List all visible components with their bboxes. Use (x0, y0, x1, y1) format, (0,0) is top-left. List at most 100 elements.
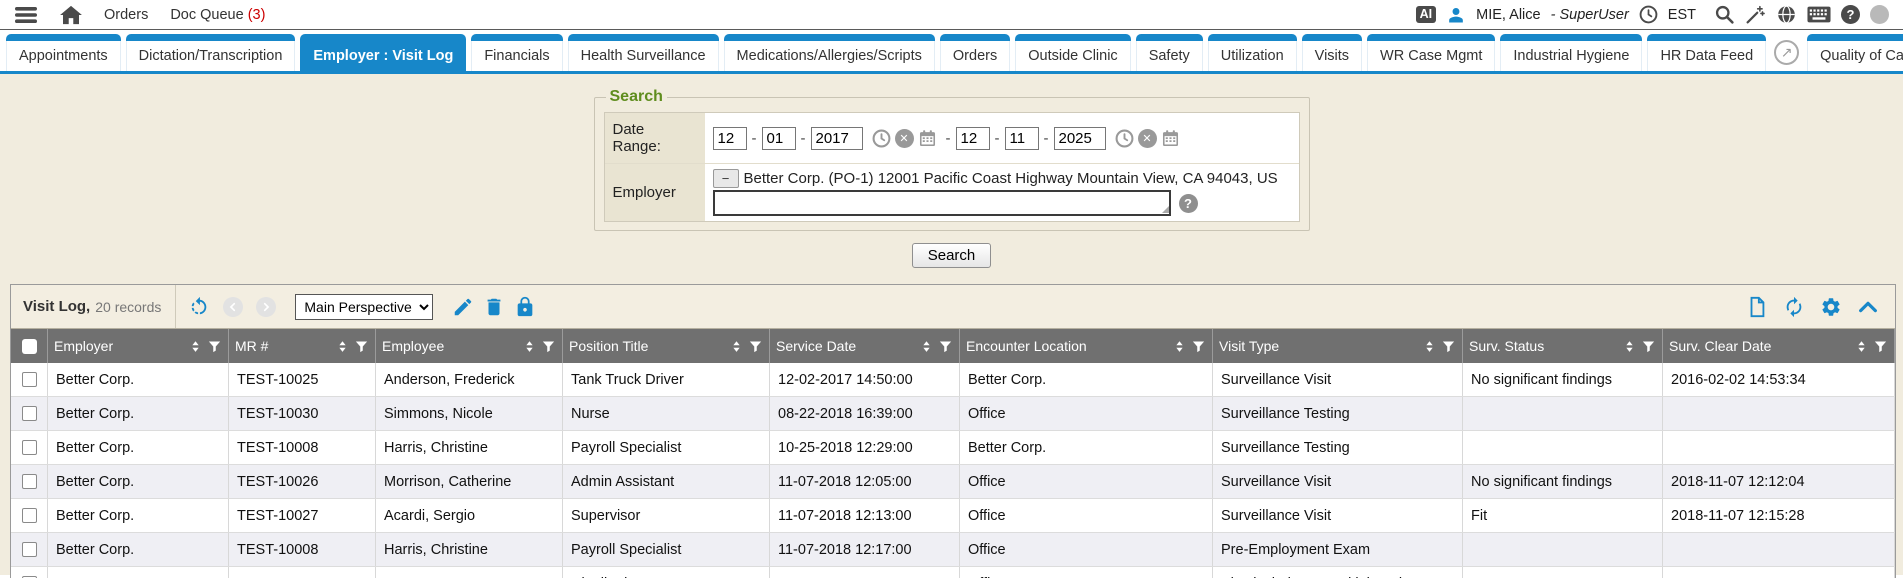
settings-gear-icon[interactable] (1820, 296, 1842, 318)
column-header-surv-status[interactable]: Surv. Status (1463, 329, 1663, 363)
module-tab[interactable]: Utilization (1208, 34, 1297, 71)
from-calendar-icon[interactable] (918, 129, 937, 148)
filter-icon[interactable] (1641, 339, 1656, 354)
column-header-employer[interactable]: Employer (48, 329, 229, 363)
filter-icon[interactable] (938, 339, 953, 354)
row-checkbox[interactable] (22, 542, 37, 557)
filter-icon[interactable] (748, 339, 763, 354)
to-day-input[interactable] (1005, 127, 1039, 150)
table-row[interactable]: Better Corp. TEST-10027 Acardi, Sergio S… (11, 499, 1895, 533)
table-row[interactable]: Better Corp. TEST-10026 Morrison, Cather… (11, 465, 1895, 499)
sort-icon[interactable] (522, 339, 537, 354)
row-checkbox[interactable] (22, 508, 37, 523)
from-month-input[interactable] (713, 127, 747, 150)
column-header-position[interactable]: Position Title (563, 329, 770, 363)
to-time-icon[interactable] (1115, 129, 1134, 148)
prev-page-icon[interactable] (223, 297, 243, 317)
row-checkbox[interactable] (22, 440, 37, 455)
ai-badge[interactable]: AI (1416, 6, 1437, 23)
select-all-checkbox[interactable] (22, 339, 37, 354)
employer-search-input[interactable] (713, 190, 1171, 216)
search-button[interactable]: Search (912, 243, 992, 268)
module-tab[interactable]: Appointments (6, 34, 121, 71)
cell-employer: Better Corp. (48, 465, 229, 498)
search-icon[interactable] (1714, 4, 1735, 25)
sort-icon[interactable] (1172, 339, 1187, 354)
table-row[interactable]: Better Corp. TEST-10028 Garza, Inez Dist… (11, 567, 1895, 578)
module-tab[interactable]: Employer : Visit Log (300, 34, 466, 71)
module-tab[interactable]: Quality of Care (1807, 34, 1903, 71)
module-tab[interactable]: Visits (1302, 34, 1362, 71)
open-new-window-icon[interactable]: ↗ (1774, 40, 1799, 65)
clock-icon[interactable] (1639, 5, 1658, 24)
sort-icon[interactable] (1854, 339, 1869, 354)
from-year-input[interactable] (811, 127, 863, 150)
module-tab[interactable]: Safety (1136, 34, 1203, 71)
user-menu[interactable]: MIE, Alice - SuperUser (1476, 7, 1629, 23)
collapse-grid-icon[interactable] (1857, 296, 1879, 318)
orders-link[interactable]: Orders (104, 7, 148, 23)
next-page-icon[interactable] (256, 297, 276, 317)
sort-icon[interactable] (729, 339, 744, 354)
module-tab[interactable]: WR Case Mgmt (1367, 34, 1495, 71)
lock-perspective-icon[interactable] (514, 296, 536, 318)
magic-wand-icon[interactable] (1745, 4, 1766, 25)
column-header-visit-type[interactable]: Visit Type (1213, 329, 1463, 363)
module-tab[interactable]: Medications/Allergies/Scripts (724, 34, 935, 71)
reset-view-icon[interactable] (188, 296, 210, 318)
module-tab[interactable]: Outside Clinic (1015, 34, 1130, 71)
row-checkbox[interactable] (22, 372, 37, 387)
doc-queue-count: (3) (248, 7, 266, 23)
sort-icon[interactable] (1622, 339, 1637, 354)
to-month-input[interactable] (956, 127, 990, 150)
column-header-service-date[interactable]: Service Date (770, 329, 960, 363)
keyboard-icon[interactable] (1807, 5, 1831, 24)
export-document-icon[interactable] (1746, 296, 1768, 318)
column-header-employee[interactable]: Employee (376, 329, 563, 363)
column-header-encounter-location[interactable]: Encounter Location (960, 329, 1213, 363)
module-tab[interactable]: Orders (940, 34, 1010, 71)
filter-icon[interactable] (1441, 339, 1456, 354)
table-row[interactable]: Better Corp. TEST-10008 Harris, Christin… (11, 533, 1895, 567)
filter-icon[interactable] (207, 339, 222, 354)
perspective-select[interactable]: Main Perspective (295, 294, 433, 320)
table-row[interactable]: Better Corp. TEST-10025 Anderson, Freder… (11, 363, 1895, 397)
from-clear-icon[interactable]: ✕ (895, 129, 914, 148)
filter-icon[interactable] (1191, 339, 1206, 354)
module-tab[interactable]: Financials (471, 34, 562, 71)
column-header-surv-clear-date[interactable]: Surv. Clear Date (1663, 329, 1895, 363)
filter-icon[interactable] (541, 339, 556, 354)
to-calendar-icon[interactable] (1161, 129, 1180, 148)
module-tab[interactable]: Industrial Hygiene (1500, 34, 1642, 71)
doc-queue-link[interactable]: Doc Queue(3) (170, 7, 265, 23)
row-checkbox[interactable] (22, 474, 37, 489)
module-tab[interactable]: Health Surveillance (568, 34, 719, 71)
employer-collapse-button[interactable]: − (713, 169, 739, 188)
table-row[interactable]: Better Corp. TEST-10030 Simmons, Nicole … (11, 397, 1895, 431)
filter-icon[interactable] (1873, 339, 1888, 354)
from-time-icon[interactable] (872, 129, 891, 148)
filter-icon[interactable] (354, 339, 369, 354)
refresh-icon[interactable] (1783, 296, 1805, 318)
column-header-mr[interactable]: MR # (229, 329, 376, 363)
module-tab[interactable]: HR Data Feed (1647, 34, 1766, 71)
employer-help-icon[interactable]: ? (1179, 194, 1198, 213)
sort-icon[interactable] (1422, 339, 1437, 354)
from-day-input[interactable] (762, 127, 796, 150)
table-row[interactable]: Better Corp. TEST-10008 Harris, Christin… (11, 431, 1895, 465)
home-icon[interactable] (60, 5, 82, 25)
to-clear-icon[interactable]: ✕ (1138, 129, 1157, 148)
sort-icon[interactable] (188, 339, 203, 354)
module-tab[interactable]: Dictation/Transcription (126, 34, 296, 71)
sort-icon[interactable] (919, 339, 934, 354)
row-checkbox[interactable] (22, 406, 37, 421)
sort-icon[interactable] (335, 339, 350, 354)
avatar[interactable] (1870, 5, 1889, 24)
resize-handle[interactable] (1162, 206, 1169, 213)
edit-perspective-icon[interactable] (452, 296, 474, 318)
to-year-input[interactable] (1054, 127, 1106, 150)
globe-icon[interactable] (1776, 4, 1797, 25)
delete-perspective-icon[interactable] (483, 296, 505, 318)
hamburger-menu-icon[interactable] (14, 5, 38, 25)
help-icon[interactable]: ? (1841, 5, 1860, 24)
